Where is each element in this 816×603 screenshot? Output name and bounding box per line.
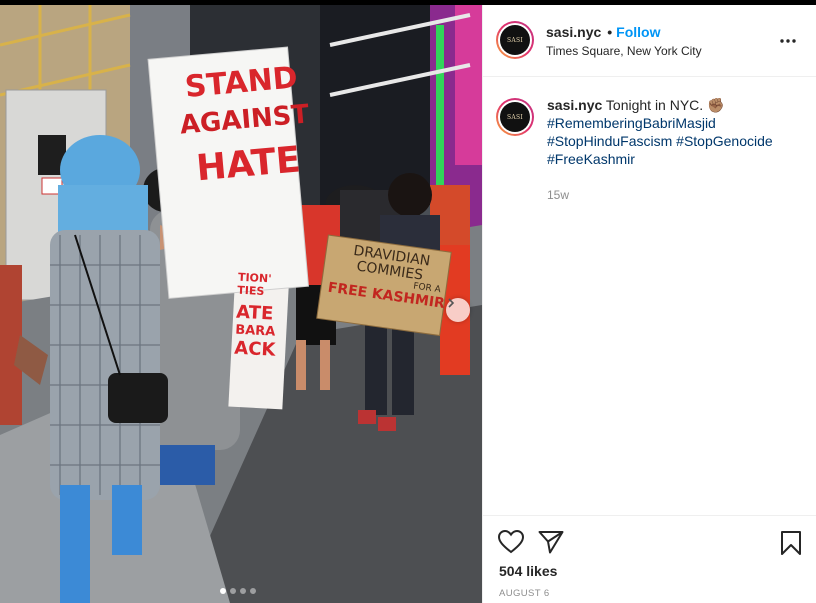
bookmark-icon <box>781 531 801 555</box>
small-sign-line: ACK <box>233 337 276 361</box>
carousel-dot <box>220 588 226 594</box>
post-header: SASI sasi.nyc • Follow Times Square, New Y… <box>483 5 816 77</box>
caption-text-block: sasi.nyc Tonight in NYC. ✊🏽 #Remembering… <box>547 96 807 168</box>
carousel-next-button[interactable] <box>446 298 470 322</box>
post-location[interactable]: Times Square, New York City <box>546 44 702 58</box>
avatar-text: SASI <box>500 102 530 132</box>
share-button[interactable] <box>538 530 564 559</box>
separator-dot: • <box>607 24 613 40</box>
avatar[interactable]: SASI <box>496 98 534 136</box>
post-details-panel: SASI sasi.nyc • Follow Times Square, New Y… <box>482 5 816 603</box>
follow-button[interactable]: Follow <box>616 24 660 40</box>
small-sign-text: TION' TIES ATE BARA ACK <box>233 271 291 362</box>
main-sign-text: STAND AGAINST HATE <box>175 60 315 189</box>
main-sign-line: AGAINST <box>178 98 311 141</box>
avatar[interactable]: SASI <box>496 21 534 59</box>
paper-plane-icon <box>538 531 564 554</box>
avatar-text: SASI <box>500 25 530 55</box>
author-username[interactable]: sasi.nyc <box>546 24 601 40</box>
caption-text: Tonight in NYC. <box>605 97 704 113</box>
heart-icon <box>497 529 525 554</box>
carousel-indicator <box>220 588 256 594</box>
raised-fist-emoji: ✊🏽 <box>707 97 725 113</box>
more-options-icon <box>780 39 796 43</box>
carousel-dot <box>230 588 236 594</box>
caption-time-ago[interactable]: 15w <box>547 188 569 202</box>
more-options-button[interactable] <box>779 31 797 49</box>
carousel-dot <box>250 588 256 594</box>
hashtag-link[interactable]: #StopHinduFascism <box>547 133 672 149</box>
hashtag-link[interactable]: #FreeKashmir <box>547 151 635 167</box>
post-actions-section: 504 likes AUGUST 6 <box>483 515 816 603</box>
hashtag-link[interactable]: #RememberingBabriMasjid <box>547 115 716 131</box>
hashtag-link[interactable]: #StopGenocide <box>676 133 773 149</box>
like-button[interactable] <box>497 529 525 559</box>
carousel-dot <box>240 588 246 594</box>
caption-username[interactable]: sasi.nyc <box>547 97 602 113</box>
post-photo[interactable]: STAND AGAINST HATE DRAVIDIAN COMMIES FOR… <box>0 5 482 603</box>
likes-count[interactable]: 504 likes <box>499 563 557 579</box>
save-button[interactable] <box>780 530 802 561</box>
header-username-row: sasi.nyc • Follow <box>546 24 661 40</box>
small-sign-line: TIES <box>237 283 265 298</box>
post-date[interactable]: AUGUST 6 <box>499 588 550 599</box>
chevron-right-icon <box>448 298 455 308</box>
